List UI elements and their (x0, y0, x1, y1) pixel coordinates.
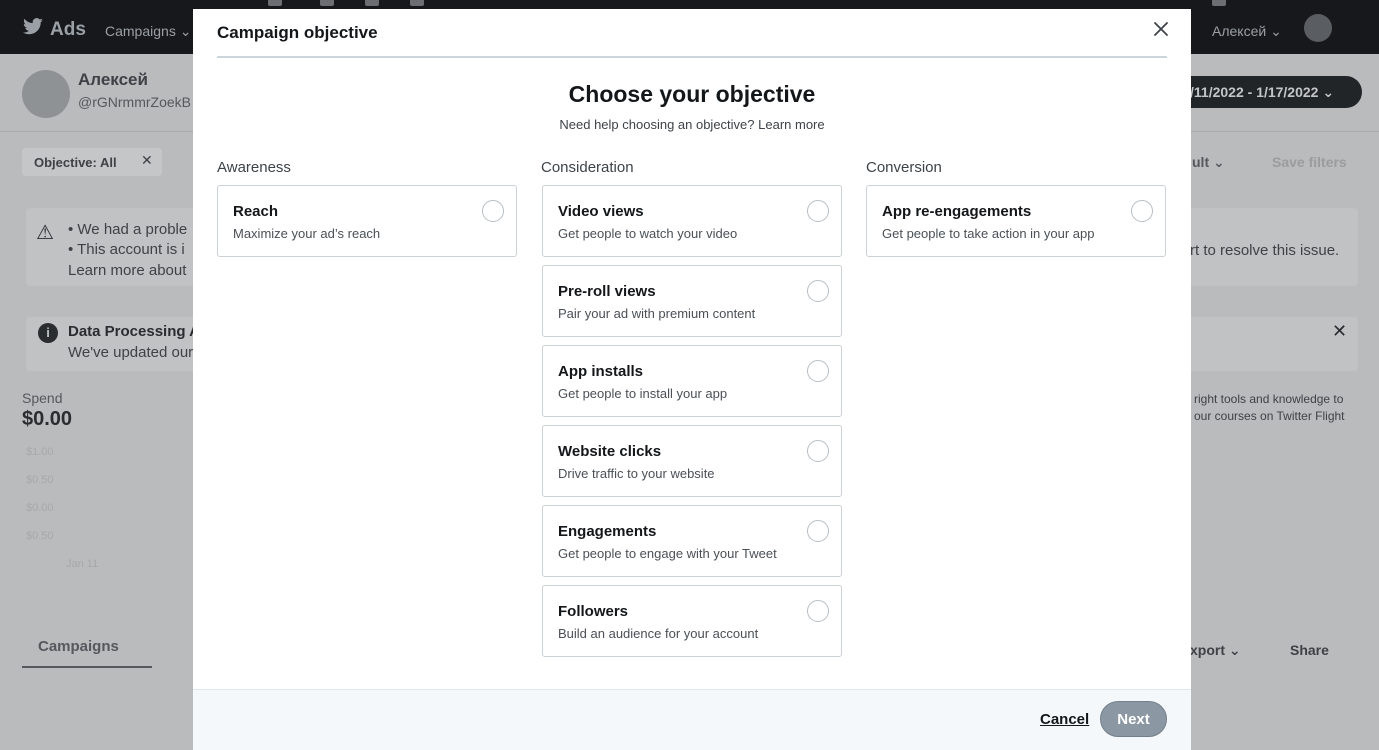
column-title-consideration: Consideration (541, 159, 634, 176)
objective-description: Maximize your ad’s reach (233, 226, 381, 241)
learn-more-link[interactable]: Learn more (758, 117, 824, 132)
objective-card-pre-roll-views[interactable]: Pre-roll views Pair your ad with premium… (542, 265, 842, 337)
objective-description: Pair your ad with premium content (558, 306, 756, 321)
date-tick-label: Jan 11 (66, 558, 99, 570)
objective-title: Website clicks (558, 443, 662, 460)
active-tab-indicator (22, 666, 152, 668)
objective-title: Pre-roll views (558, 283, 656, 300)
user-avatar[interactable] (1304, 14, 1332, 42)
filter-remove-icon[interactable]: ✕ (141, 152, 153, 169)
spend-label: Spend (22, 390, 63, 406)
alert-learn-more[interactable]: Learn more about (68, 262, 186, 279)
toolbar-icon[interactable] (320, 0, 334, 6)
objective-title: Reach (233, 203, 279, 220)
objective-card-followers[interactable]: Followers Build an audience for your acc… (542, 585, 842, 657)
objective-card-engagements[interactable]: Engagements Get people to engage with yo… (542, 505, 842, 577)
objective-radio[interactable] (807, 200, 829, 222)
close-icon[interactable] (1151, 19, 1171, 39)
profile-name: Алексей (78, 70, 148, 89)
notice-title: Data Processing A (68, 323, 200, 340)
info-icon: i (38, 323, 58, 343)
objective-radio[interactable] (482, 200, 504, 222)
campaign-objective-modal: Campaign objective Choose your objective… (193, 9, 1191, 750)
ads-brand-label[interactable]: Ads (50, 19, 86, 41)
axis-tick-label: $0.00 (26, 502, 54, 514)
objective-card-reach[interactable]: Reach Maximize your ad’s reach (217, 185, 517, 257)
objective-card-video-views[interactable]: Video views Get people to watch your vid… (542, 185, 842, 257)
toolbar-icon[interactable] (1212, 0, 1226, 6)
date-range-button[interactable]: /11/2022 - 1/17/2022 ⌄ (1170, 76, 1362, 108)
toolbar-icon[interactable] (268, 0, 282, 6)
next-button[interactable]: Next (1100, 701, 1167, 737)
objective-description: Drive traffic to your website (558, 466, 715, 481)
objective-radio[interactable] (807, 280, 829, 302)
objective-radio[interactable] (1131, 200, 1153, 222)
warning-icon: ⚠ (36, 222, 54, 244)
default-dropdown[interactable]: ult ⌄ (1192, 154, 1225, 171)
column-title-awareness: Awareness (217, 159, 291, 176)
objective-title: App installs (558, 363, 644, 380)
alert-line: • This account is i (68, 241, 185, 258)
user-menu[interactable]: Алексей ⌄ (1212, 23, 1282, 40)
title-divider (217, 56, 1167, 58)
modal-footer: Cancel Next (193, 689, 1191, 750)
notice-text: We've updated our (68, 344, 194, 361)
objective-description: Get people to install your app (558, 386, 728, 401)
help-text: Need help choosing an objective? Learn m… (193, 117, 1191, 132)
modal-title: Campaign objective (217, 23, 378, 42)
promo-link[interactable]: our courses on Twitter Flight (1194, 409, 1345, 423)
spend-value: $0.00 (22, 408, 73, 430)
objective-radio[interactable] (807, 520, 829, 542)
profile-handle: @rGNrmmrZoekB (78, 94, 191, 110)
objective-card-website-clicks[interactable]: Website clicks Drive traffic to your web… (542, 425, 842, 497)
share-button[interactable]: Share (1290, 642, 1329, 658)
page-title: Choose your objective (568, 81, 816, 107)
export-button[interactable]: xport ⌄ (1190, 642, 1241, 659)
alert-line: • We had a proble (68, 221, 188, 238)
objective-radio[interactable] (807, 360, 829, 382)
close-icon[interactable]: ✕ (1332, 321, 1347, 342)
toolbar-icon[interactable] (365, 0, 379, 6)
promo-text: right tools and knowledge to (1194, 392, 1344, 406)
objective-radio[interactable] (807, 440, 829, 462)
objective-description: Get people to take action in your app (882, 226, 1095, 241)
toolbar-icon[interactable] (410, 0, 424, 6)
axis-tick-label: $0.50 (26, 530, 54, 542)
tab-campaigns[interactable]: Campaigns (38, 638, 119, 655)
cancel-button[interactable]: Cancel (1040, 711, 1089, 728)
column-title-conversion: Conversion (866, 159, 942, 176)
save-filters-button[interactable]: Save filters (1272, 154, 1347, 170)
objective-radio[interactable] (807, 600, 829, 622)
axis-tick-label: $1.00 (26, 446, 54, 458)
objective-title: Engagements (558, 523, 657, 540)
objective-title: Followers (558, 603, 629, 620)
objective-description: Get people to watch your video (558, 226, 738, 241)
profile-avatar (22, 70, 70, 118)
twitter-bird-icon[interactable] (22, 18, 44, 36)
objective-title: App re-engagements (882, 203, 1032, 220)
help-text-label: Need help choosing an objective? (559, 117, 755, 132)
alert-line: rt to resolve this issue. (1190, 242, 1340, 259)
objective-title: Video views (558, 203, 644, 220)
objective-description: Get people to engage with your Tweet (558, 546, 777, 561)
campaigns-nav-menu[interactable]: Campaigns ⌄ (105, 23, 191, 40)
axis-tick-label: $0.50 (26, 474, 54, 486)
objective-description: Build an audience for your account (558, 626, 759, 641)
objective-card-app-installs[interactable]: App installs Get people to install your … (542, 345, 842, 417)
objective-card-app-re-engagements[interactable]: App re-engagements Get people to take ac… (866, 185, 1166, 257)
